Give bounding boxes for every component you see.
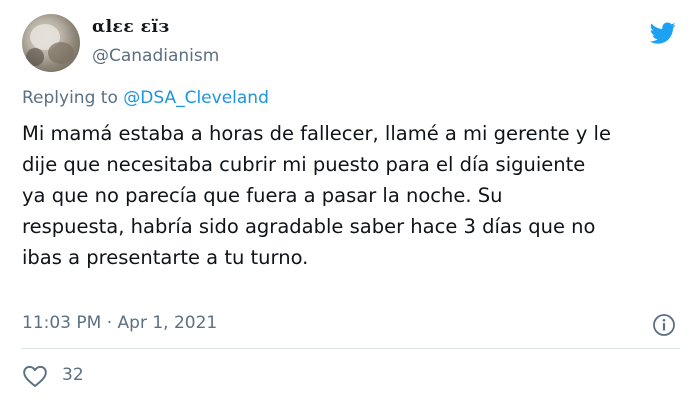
tweet-card: αlεε εïз @Canadianism Replying to @DSA_C… (0, 0, 700, 402)
replying-to: Replying to @DSA_Cleveland (22, 88, 269, 108)
display-name[interactable]: αlεε εïз (92, 17, 170, 37)
info-icon[interactable] (652, 313, 676, 337)
like-count: 32 (62, 365, 84, 385)
replying-to-label: Replying to (22, 88, 124, 108)
twitter-bird-icon[interactable] (648, 20, 678, 46)
heart-icon[interactable] (22, 364, 48, 388)
divider (22, 348, 680, 349)
reply-mention-link[interactable]: @DSA_Cleveland (123, 88, 269, 108)
tweet-timestamp[interactable]: 11:03 PM · Apr 1, 2021 (22, 313, 217, 333)
avatar[interactable] (22, 14, 80, 72)
tweet-text: Mi mamá estaba a horas de fallecer, llam… (22, 122, 611, 269)
user-handle[interactable]: @Canadianism (92, 46, 219, 66)
